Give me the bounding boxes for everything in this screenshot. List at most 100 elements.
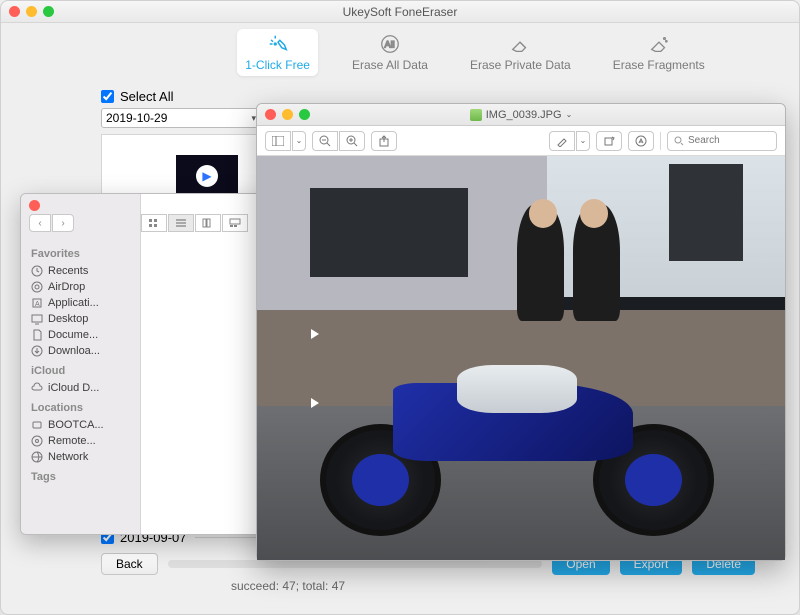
sidebar-item-desktop[interactable]: Desktop [29, 311, 132, 327]
list-icon [175, 218, 187, 228]
cursor-click-icon [267, 33, 289, 55]
network-icon [31, 451, 43, 463]
rotate-button[interactable] [596, 131, 622, 151]
play-icon: ▶ [196, 165, 218, 187]
highlight-icon [556, 135, 568, 147]
zoom-out-button[interactable] [312, 131, 338, 151]
nav-back-button[interactable]: ‹ [29, 214, 51, 232]
tab-1-click-free[interactable]: 1-Click Free [237, 29, 318, 76]
chevron-down-icon: ⌄ [296, 136, 303, 145]
view-icons-button[interactable] [141, 214, 167, 232]
markup-toolbar-button[interactable] [628, 131, 654, 151]
sidebar-item-applications[interactable]: AApplicati... [29, 295, 132, 311]
document-icon [31, 329, 43, 341]
app-titlebar: UkeySoft FoneEraser [1, 1, 799, 23]
close-icon[interactable] [265, 109, 276, 120]
date-filter-dropdown[interactable]: 2019-10-29 ▾ [101, 108, 261, 128]
tabbar: 1-Click Free All Erase All Data Erase Pr… [1, 23, 799, 81]
sidebar-item-recents[interactable]: Recents [29, 263, 132, 279]
video-thumbnail[interactable]: ▶ [176, 155, 238, 197]
airdrop-icon [31, 281, 43, 293]
tab-label: Erase All Data [352, 58, 428, 72]
preview-window: IMG_0039.JPG ⌄ ⌄ ⌄ [256, 103, 786, 561]
select-all-label: Select All [120, 89, 173, 104]
sidebar-toggle-button[interactable] [265, 131, 291, 151]
svg-text:A: A [35, 301, 40, 308]
zoom-icon[interactable] [43, 6, 54, 17]
tab-erase-all-data[interactable]: All Erase All Data [344, 29, 436, 76]
markup-highlight-button[interactable] [549, 131, 575, 151]
sidebar-item-remote[interactable]: Remote... [29, 433, 132, 449]
search-input-container[interactable] [667, 131, 777, 151]
window-controls [265, 109, 310, 120]
sidebar-item-airdrop[interactable]: AirDrop [29, 279, 132, 295]
preview-title[interactable]: IMG_0039.JPG ⌄ [470, 109, 573, 121]
date-filter-value: 2019-10-29 [106, 111, 167, 125]
svg-text:All: All [384, 39, 394, 49]
window-controls [9, 6, 54, 17]
markup-dropdown-button[interactable]: ⌄ [576, 131, 590, 151]
clock-icon [31, 265, 43, 277]
zoom-icon[interactable] [299, 109, 310, 120]
close-icon[interactable] [29, 200, 40, 211]
desktop-icon [31, 313, 43, 325]
grid-icon [148, 218, 160, 228]
share-icon [378, 135, 390, 147]
app-title: UkeySoft FoneEraser [343, 5, 458, 19]
preview-filename: IMG_0039.JPG [486, 109, 562, 121]
eraser-fragments-icon [648, 33, 670, 55]
sidebar-item-documents[interactable]: Docume... [29, 327, 132, 343]
progress-bar [168, 560, 543, 568]
section-locations: Locations [31, 402, 132, 414]
sidebar-item-downloads[interactable]: Downloa... [29, 343, 132, 359]
rotate-icon [603, 135, 615, 147]
jpeg-file-icon [470, 109, 482, 121]
finder-sidebar: Favorites Recents AirDrop AApplicati... … [21, 194, 141, 534]
sidebar-icon [272, 136, 284, 146]
preview-image[interactable] [257, 156, 785, 560]
sidebar-item-network[interactable]: Network [29, 449, 132, 465]
view-list-button[interactable] [168, 214, 194, 232]
zoom-in-button[interactable] [339, 131, 365, 151]
share-button[interactable] [371, 131, 397, 151]
tab-label: Erase Fragments [613, 58, 705, 72]
disk-icon [31, 419, 43, 431]
finder-nav: ‹ › [29, 214, 74, 232]
view-gallery-button[interactable] [222, 214, 248, 232]
search-icon [674, 136, 684, 146]
select-all-checkbox[interactable] [101, 90, 114, 103]
erase-all-icon: All [379, 33, 401, 55]
separator [660, 132, 661, 150]
tab-erase-fragments[interactable]: Erase Fragments [605, 29, 713, 76]
tab-label: Erase Private Data [470, 58, 571, 72]
tab-label: 1-Click Free [245, 58, 310, 72]
zoom-in-icon [346, 135, 358, 147]
markup-icon [635, 135, 647, 147]
back-button[interactable]: Back [101, 553, 158, 575]
sidebar-item-icloud-drive[interactable]: iCloud D... [29, 380, 132, 396]
section-tags: Tags [31, 471, 132, 483]
gallery-icon [229, 218, 241, 228]
chevron-down-icon: ⌄ [566, 110, 573, 119]
downloads-icon [31, 345, 43, 357]
sidebar-item-bootcamp[interactable]: BOOTCA... [29, 417, 132, 433]
section-icloud: iCloud [31, 365, 132, 377]
view-columns-button[interactable] [195, 214, 221, 232]
zoom-out-icon [319, 135, 331, 147]
minimize-icon[interactable] [26, 6, 37, 17]
nav-forward-button[interactable]: › [52, 214, 74, 232]
preview-titlebar: IMG_0039.JPG ⌄ [257, 104, 785, 126]
section-favorites: Favorites [31, 248, 132, 260]
close-icon[interactable] [9, 6, 20, 17]
minimize-icon[interactable] [282, 109, 293, 120]
remote-disc-icon [31, 435, 43, 447]
eraser-icon [509, 33, 531, 55]
preview-toolbar: ⌄ ⌄ [257, 126, 785, 156]
search-input[interactable] [688, 135, 768, 146]
sidebar-dropdown-button[interactable]: ⌄ [292, 131, 306, 151]
columns-icon [202, 218, 214, 228]
tab-erase-private-data[interactable]: Erase Private Data [462, 29, 579, 76]
chevron-down-icon: ⌄ [580, 136, 587, 145]
cloud-icon [31, 382, 43, 394]
status-text: succeed: 47; total: 47 [231, 579, 755, 593]
